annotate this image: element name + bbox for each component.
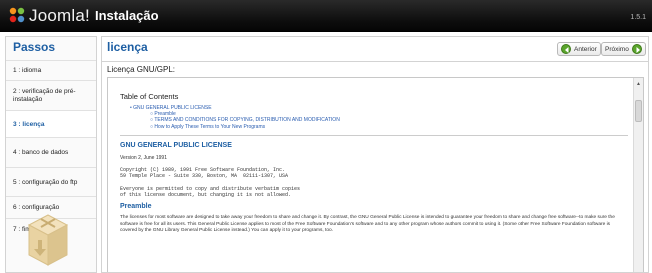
license-heading: Licença GNU/GPL: <box>107 65 176 74</box>
copyright-notice: Copyright (C) 1989, 1991 Free Software F… <box>120 166 289 180</box>
divider <box>102 61 648 62</box>
scroll-up-icon[interactable]: ▲ <box>636 81 641 87</box>
divider <box>120 134 628 136</box>
installer-box-icon <box>27 214 69 266</box>
version-label: 1.5.1 <box>630 14 646 21</box>
license-version: Version 2, June 1991 <box>120 154 167 161</box>
next-button[interactable]: Próximo <box>601 42 646 56</box>
license-text-box[interactable]: Table of Contents • GNU GENERAL PUBLIC L… <box>107 77 644 272</box>
scrollbar-thumb[interactable] <box>635 100 642 122</box>
step-label: 5 : configuração do ftp <box>13 178 78 186</box>
step-label: 2 : verificação de pré-instalação <box>13 87 76 103</box>
step-license[interactable]: 3 : licença <box>6 110 96 137</box>
step-label: 3 : licença <box>13 120 45 128</box>
step-pre-installation[interactable]: 2 : verificação de pré-instalação <box>6 80 96 110</box>
permission-notice: Everyone is permitted to copy and distri… <box>120 185 301 199</box>
brand-name: Joomla! <box>29 6 90 25</box>
section-title: licença <box>107 40 148 54</box>
steps-sidebar: Passos 1 : idioma 2 : verificação de pré… <box>5 36 97 273</box>
previous-button-label: Anterior <box>574 45 597 53</box>
arrow-left-icon <box>561 44 571 54</box>
joomla-logo-icon <box>9 7 25 23</box>
preamble-title: Preamble <box>120 203 152 211</box>
next-button-label: Próximo <box>605 45 629 53</box>
previous-button[interactable]: Anterior <box>557 42 601 56</box>
page-title: Instalação <box>95 8 159 23</box>
step-ftp-config[interactable]: 5 : configuração do ftp <box>6 167 96 196</box>
license-title: GNU GENERAL PUBLIC LICENSE <box>120 141 232 149</box>
preamble-text: The licenses for most software are desig… <box>120 215 615 234</box>
toc-link[interactable]: ○ How to Apply These Terms to Your New P… <box>120 124 628 130</box>
step-label: 4 : banco de dados <box>13 149 69 156</box>
arrow-right-icon <box>631 44 642 54</box>
step-label: 1 : idioma <box>13 67 42 74</box>
table-of-contents: • GNU GENERAL PUBLIC LICENSE ○ Preamble … <box>120 105 628 130</box>
main-panel: licença Anterior Próximo Licença GNU/GPL… <box>101 36 649 273</box>
app-header: Joomla! Instalação 1.5.1 <box>0 0 652 32</box>
step-database[interactable]: 4 : banco de dados <box>6 137 96 167</box>
step-idioma[interactable]: 1 : idioma <box>6 60 96 80</box>
toc-title: Table of Contents <box>120 92 179 101</box>
license-content: Table of Contents • GNU GENERAL PUBLIC L… <box>120 84 628 234</box>
vertical-scrollbar[interactable]: ▲ <box>633 78 643 272</box>
sidebar-title: Passos <box>13 40 56 54</box>
